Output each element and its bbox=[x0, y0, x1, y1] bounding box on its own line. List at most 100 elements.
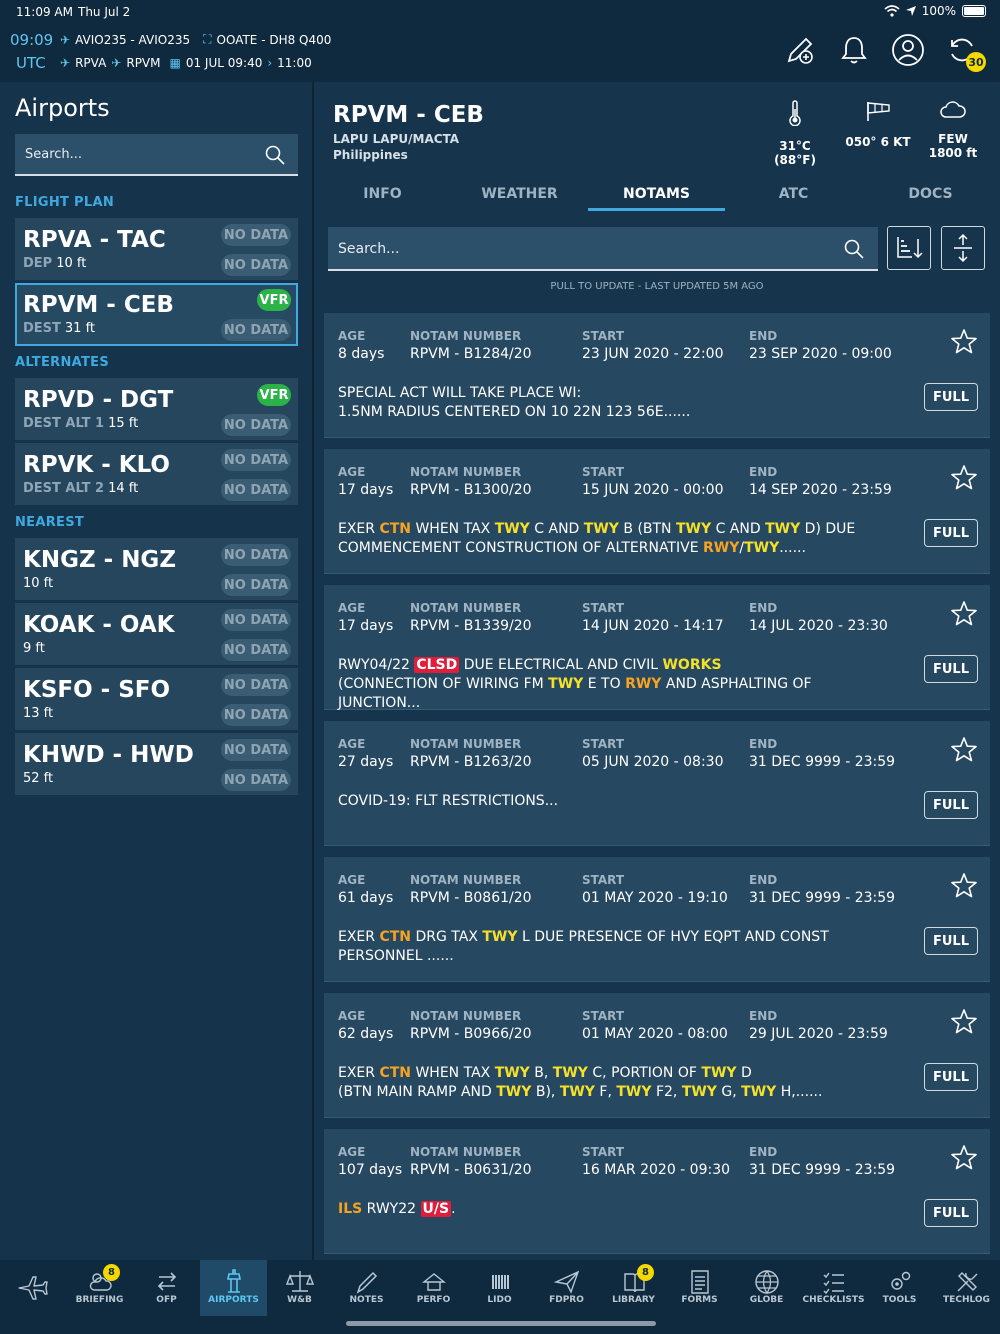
status-badge: NO DATA bbox=[221, 544, 291, 566]
airport-item-rpvm[interactable]: RPVM - CEB DEST 31 ft VFR NO DATA bbox=[15, 283, 298, 346]
route-row[interactable]: ✈ RPVA ✈ RPVM ▦ 01 JUL 09:40 › 11:00 bbox=[60, 56, 312, 70]
airport-elevation: 13 ft bbox=[23, 706, 54, 721]
perfo-icon bbox=[422, 1273, 446, 1291]
favorite-star-icon[interactable] bbox=[950, 1008, 978, 1040]
notifications-button[interactable] bbox=[836, 32, 872, 68]
tab-atc[interactable]: ATC bbox=[725, 186, 862, 202]
nav-fdpro[interactable]: FDPRO bbox=[533, 1260, 600, 1316]
tab-docs[interactable]: DOCS bbox=[862, 186, 999, 202]
notam-card[interactable]: AGE 61 days NOTAM NUMBER RPVM - B0861/20 STA… bbox=[324, 857, 990, 982]
full-notam-button[interactable]: FULL bbox=[924, 791, 978, 819]
notam-start-label: START bbox=[582, 873, 625, 887]
favorite-star-icon[interactable] bbox=[950, 600, 978, 632]
expand-collapse-button[interactable] bbox=[941, 226, 985, 270]
favorite-star-icon[interactable] bbox=[950, 1144, 978, 1176]
edit-add-button[interactable] bbox=[782, 32, 818, 68]
notam-card[interactable]: AGE 17 days NOTAM NUMBER RPVM - B1300/20 STA… bbox=[324, 449, 990, 574]
notam-card[interactable]: AGE 27 days NOTAM NUMBER RPVM - B1263/20 STA… bbox=[324, 721, 990, 846]
notam-keyword: TWY bbox=[583, 521, 619, 537]
airport-name: LAPU LAPU/MACTA bbox=[333, 132, 460, 146]
notam-number-label: NOTAM NUMBER bbox=[410, 601, 522, 615]
favorite-star-icon[interactable] bbox=[950, 736, 978, 768]
flight-info-row[interactable]: ✈ AVIO235 - AVIO235 ⛶ OOATE - DH8 Q400 bbox=[60, 32, 331, 47]
notam-number-label: NOTAM NUMBER bbox=[410, 873, 522, 887]
full-notam-button[interactable]: FULL bbox=[924, 1199, 978, 1227]
search-icon bbox=[265, 145, 285, 165]
tab-notams[interactable]: NOTAMS bbox=[588, 186, 725, 202]
airport-item-rpva[interactable]: RPVA - TAC DEP 10 ft NO DATA NO DATA bbox=[15, 218, 298, 280]
utc-label: UTC bbox=[16, 54, 46, 72]
nav-checklists[interactable]: CHECKLISTS bbox=[800, 1260, 867, 1316]
notam-text-line: (CONNECTION OF WIRING FM TWY E TO RWY AN… bbox=[338, 675, 898, 713]
airport-item-koak[interactable]: KOAK - OAK 9 ft NO DATA NO DATA bbox=[15, 603, 298, 665]
notam-number: RPVM - B1339/20 bbox=[410, 618, 532, 634]
nav-flight[interactable] bbox=[0, 1260, 66, 1316]
nav-w-b[interactable]: W&B bbox=[266, 1260, 333, 1316]
nav-forms[interactable]: FORMS bbox=[666, 1260, 733, 1316]
profile-button[interactable] bbox=[890, 32, 926, 68]
notam-start-label: START bbox=[582, 1009, 625, 1023]
plane-icon: ✈ bbox=[60, 32, 71, 47]
nav-notes[interactable]: NOTES bbox=[333, 1260, 400, 1316]
nav-library[interactable]: LIBRARY 8 bbox=[600, 1260, 667, 1316]
full-notam-button[interactable]: FULL bbox=[924, 927, 978, 955]
nav-globe[interactable]: GLOBE bbox=[733, 1260, 800, 1316]
notam-text-segment: EXER bbox=[338, 521, 380, 537]
favorite-star-icon[interactable] bbox=[950, 872, 978, 904]
airport-item-rpvd[interactable]: RPVD - DGT DEST ALT 1 15 ft VFR NO DATA bbox=[15, 378, 298, 440]
notam-card[interactable]: AGE 8 days NOTAM NUMBER RPVM - B1284/20 STAR… bbox=[324, 313, 990, 438]
full-notam-button[interactable]: FULL bbox=[924, 383, 978, 411]
airport-item-kngz[interactable]: KNGZ - NGZ 10 ft NO DATA NO DATA bbox=[15, 538, 298, 600]
tab-weather[interactable]: WEATHER bbox=[451, 186, 588, 202]
windsock-icon bbox=[867, 102, 890, 121]
nav-tools[interactable]: TOOLS bbox=[866, 1260, 933, 1316]
nav-ofp[interactable]: OFP bbox=[133, 1260, 200, 1316]
notam-card[interactable]: AGE 107 days NOTAM NUMBER RPVM - B0631/20 ST… bbox=[324, 1129, 990, 1254]
nav-perfo[interactable]: PERFO bbox=[400, 1260, 467, 1316]
nav-briefing[interactable]: BRIEFING 8 bbox=[66, 1260, 133, 1316]
notam-keyword: TWY bbox=[496, 1084, 532, 1100]
notam-keyword: CLSD bbox=[414, 657, 460, 673]
airport-item-ksfo[interactable]: KSFO - SFO 13 ft NO DATA NO DATA bbox=[15, 668, 298, 730]
notam-keyword: TWY bbox=[675, 521, 712, 537]
favorite-star-icon[interactable] bbox=[950, 464, 978, 496]
nav-airports[interactable]: AIRPORTS bbox=[200, 1260, 267, 1316]
nav-label: AIRPORTS bbox=[208, 1295, 259, 1305]
vfr-badge: VFR bbox=[257, 384, 291, 406]
airport-item-rpvk[interactable]: RPVK - KLO DEST ALT 2 14 ft NO DATA NO DA… bbox=[15, 443, 298, 505]
notam-age: 17 days bbox=[338, 482, 394, 498]
airport-item-khwd[interactable]: KHWD - HWD 52 ft NO DATA NO DATA bbox=[15, 733, 298, 795]
status-badge: NO DATA bbox=[221, 319, 291, 341]
notam-search-input[interactable]: Search... bbox=[328, 227, 878, 271]
ofp-icon bbox=[157, 1272, 177, 1291]
sort-button[interactable] bbox=[887, 226, 931, 270]
airport-sub: DEST ALT 1 15 ft bbox=[23, 416, 138, 431]
full-notam-button[interactable]: FULL bbox=[924, 519, 978, 547]
notam-start-label: START bbox=[582, 329, 625, 343]
nav-label: GLOBE bbox=[749, 1295, 784, 1305]
notam-card[interactable]: AGE 62 days NOTAM NUMBER RPVM - B0966/20 STA… bbox=[324, 993, 990, 1118]
notam-age: 62 days bbox=[338, 1026, 394, 1042]
notam-text: RWY04/22 CLSD DUE ELECTRICAL AND CIVIL W… bbox=[338, 656, 898, 713]
notam-text: EXER CTN DRG TAX TWY L DUE PRESENCE OF H… bbox=[338, 928, 898, 966]
tab-info[interactable]: INFO bbox=[314, 186, 451, 202]
notam-keyword: TWY bbox=[548, 676, 584, 692]
notam-keyword: TWY bbox=[744, 540, 780, 556]
nav-label: NOTES bbox=[349, 1295, 384, 1305]
full-notam-button[interactable]: FULL bbox=[924, 1063, 978, 1091]
nav-lido[interactable]: LIDO bbox=[466, 1260, 533, 1316]
cloud-cover: FEW bbox=[938, 132, 968, 146]
airport-search-input[interactable]: Search... bbox=[15, 134, 298, 176]
home-indicator[interactable] bbox=[346, 1321, 656, 1326]
nav-techlog[interactable]: TECHLOG bbox=[933, 1260, 1000, 1316]
form-icon bbox=[691, 1270, 709, 1294]
notam-start-label: START bbox=[582, 601, 625, 615]
globe-icon bbox=[755, 1270, 779, 1295]
favorite-star-icon[interactable] bbox=[950, 328, 978, 360]
notam-card[interactable]: AGE 17 days NOTAM NUMBER RPVM - B1339/20 STA… bbox=[324, 585, 990, 713]
status-bar: 11:09 AM Thu Jul 2 100% bbox=[0, 0, 1000, 24]
notam-number-label: NOTAM NUMBER bbox=[410, 1009, 522, 1023]
full-notam-button[interactable]: FULL bbox=[924, 655, 978, 683]
status-badge: NO DATA bbox=[221, 609, 291, 631]
sync-button[interactable]: 30 bbox=[944, 32, 986, 72]
